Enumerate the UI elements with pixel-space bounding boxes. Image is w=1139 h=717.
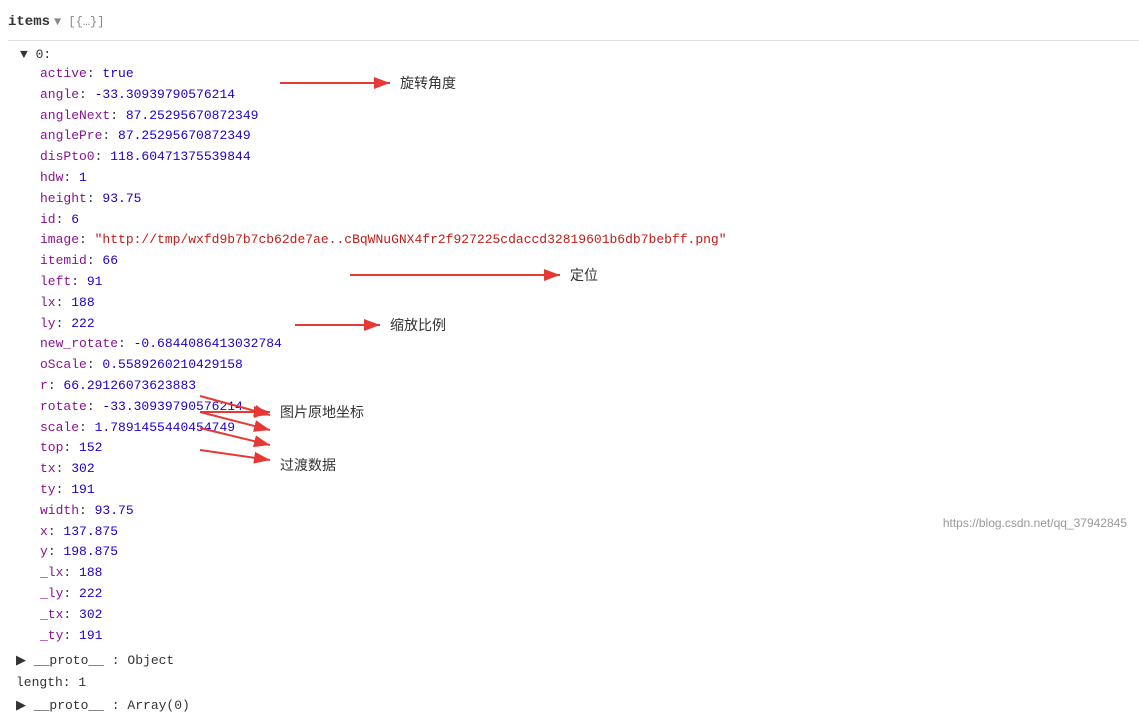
prop-value: 6 — [71, 212, 79, 227]
prop-key: scale — [40, 420, 79, 435]
prop-line: _lx: 188 — [40, 563, 1139, 584]
prop-key: top — [40, 440, 63, 455]
prop-value: 66.29126073623883 — [63, 378, 196, 393]
footer-lines: ▶ __proto__ : Objectlength: 1▶ __proto__… — [8, 650, 1139, 716]
prop-line: y: 198.875 — [40, 542, 1139, 563]
prop-line: angle: -33.30939790576214 — [40, 85, 1139, 106]
items-label: items — [8, 14, 50, 30]
prop-line: _ly: 222 — [40, 584, 1139, 605]
prop-value: true — [102, 66, 133, 81]
item-content: active: trueangle: -33.30939790576214ang… — [20, 64, 1139, 646]
prop-value: 222 — [71, 316, 94, 331]
prop-line: image: "http://tmp/wxfd9b7b7cb62de7ae..c… — [40, 230, 1139, 251]
footer-line: ▶ __proto__ : Array(0) — [16, 695, 1139, 717]
prop-line: tx: 302 — [40, 459, 1139, 480]
prop-key: tx — [40, 461, 56, 476]
prop-value: 1 — [79, 170, 87, 185]
prop-line: disPto0: 118.60471375539844 — [40, 147, 1139, 168]
prop-value: 191 — [79, 628, 102, 643]
prop-line: id: 6 — [40, 210, 1139, 231]
prop-key: ly — [40, 316, 56, 331]
prop-key: _tx — [40, 607, 63, 622]
prop-key: height — [40, 191, 87, 206]
prop-key: anglePre — [40, 128, 102, 143]
array-hint: ▼ [{…}] — [54, 15, 104, 29]
prop-line: angleNext: 87.25295670872349 — [40, 106, 1139, 127]
prop-value: 137.875 — [63, 524, 118, 539]
prop-line: ty: 191 — [40, 480, 1139, 501]
prop-line: r: 66.29126073623883 — [40, 376, 1139, 397]
prop-key: angle — [40, 87, 79, 102]
footer-line: length: 1 — [16, 672, 1139, 694]
prop-line: top: 152 — [40, 438, 1139, 459]
console-panel: items ▼ [{…}] ▼ 0: active: trueangle: -3… — [0, 0, 1139, 538]
prop-value: 198.875 — [63, 544, 118, 559]
prop-value: 188 — [79, 565, 102, 580]
prop-key: id — [40, 212, 56, 227]
prop-key: r — [40, 378, 48, 393]
prop-line: ly: 222 — [40, 314, 1139, 335]
prop-line: lx: 188 — [40, 293, 1139, 314]
prop-key: active — [40, 66, 87, 81]
content-area: ▼ 0: active: trueangle: -33.309397905762… — [8, 43, 1139, 646]
prop-value: 188 — [71, 295, 94, 310]
prop-line: active: true — [40, 64, 1139, 85]
prop-value: 87.25295670872349 — [118, 128, 251, 143]
prop-key: hdw — [40, 170, 63, 185]
prop-value: -33.30939790576214 — [102, 399, 242, 414]
prop-value: 191 — [71, 482, 94, 497]
prop-value: -0.6844086413032784 — [134, 336, 282, 351]
header-line: items ▼ [{…}] — [8, 4, 1139, 41]
prop-key: x — [40, 524, 48, 539]
prop-value: "http://tmp/wxfd9b7b7cb62de7ae..cBqWNuGN… — [95, 232, 727, 247]
prop-line: height: 93.75 — [40, 189, 1139, 210]
prop-key: lx — [40, 295, 56, 310]
prop-line: _tx: 302 — [40, 605, 1139, 626]
prop-value: 66 — [102, 253, 118, 268]
prop-key: disPto0 — [40, 149, 95, 164]
prop-key: itemid — [40, 253, 87, 268]
prop-key: _ly — [40, 586, 63, 601]
prop-value: 91 — [87, 274, 103, 289]
prop-value: 87.25295670872349 — [126, 108, 259, 123]
item-index: ▼ 0: — [20, 47, 51, 62]
prop-key: y — [40, 544, 48, 559]
prop-value: 1.7891455440454749 — [95, 420, 235, 435]
prop-line: itemid: 66 — [40, 251, 1139, 272]
prop-line: rotate: -33.30939790576214 — [40, 397, 1139, 418]
prop-key: rotate — [40, 399, 87, 414]
prop-line: left: 91 — [40, 272, 1139, 293]
prop-value: 0.5589260210429158 — [102, 357, 242, 372]
prop-key: width — [40, 503, 79, 518]
prop-line: oScale: 0.5589260210429158 — [40, 355, 1139, 376]
prop-value: 152 — [79, 440, 102, 455]
prop-value: 302 — [79, 607, 102, 622]
prop-key: ty — [40, 482, 56, 497]
prop-line: anglePre: 87.25295670872349 — [40, 126, 1139, 147]
prop-key: _lx — [40, 565, 63, 580]
prop-value: 222 — [79, 586, 102, 601]
prop-line: scale: 1.7891455440454749 — [40, 418, 1139, 439]
prop-key: oScale — [40, 357, 87, 372]
prop-key: new_rotate — [40, 336, 118, 351]
prop-key: left — [40, 274, 71, 289]
prop-line: _ty: 191 — [40, 626, 1139, 647]
prop-value: 93.75 — [102, 191, 141, 206]
watermark: https://blog.csdn.net/qq_37942845 — [943, 516, 1127, 530]
prop-value: 93.75 — [95, 503, 134, 518]
prop-value: 118.60471375539844 — [110, 149, 250, 164]
footer-line: ▶ __proto__ : Object — [16, 650, 1139, 672]
prop-key: image — [40, 232, 79, 247]
zero-line: ▼ 0: — [20, 47, 1139, 62]
prop-line: new_rotate: -0.6844086413032784 — [40, 334, 1139, 355]
prop-key: _ty — [40, 628, 63, 643]
prop-key: angleNext — [40, 108, 110, 123]
prop-value: -33.30939790576214 — [95, 87, 235, 102]
prop-line: hdw: 1 — [40, 168, 1139, 189]
prop-value: 302 — [71, 461, 94, 476]
